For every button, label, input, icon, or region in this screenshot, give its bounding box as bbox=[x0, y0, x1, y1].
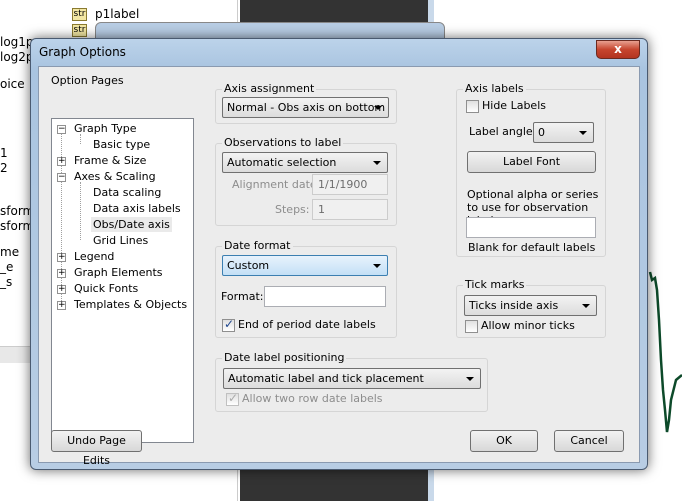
collapse-icon[interactable]: − bbox=[57, 125, 66, 134]
tree-item-grid-lines[interactable]: Grid Lines bbox=[93, 234, 148, 247]
label-angle-select[interactable]: 0 bbox=[533, 122, 594, 143]
bg-item: 2 bbox=[0, 161, 8, 175]
expand-icon[interactable]: + bbox=[57, 157, 66, 166]
tree-item-axes-scaling[interactable]: Axes & Scaling bbox=[74, 170, 156, 183]
axis-assignment-select[interactable]: Normal - Obs axis on bottom bbox=[222, 97, 389, 118]
dialog-client: Option Pages − Graph Type Basic type + F… bbox=[38, 66, 640, 467]
bg-item: me bbox=[0, 245, 20, 259]
chevron-down-icon bbox=[466, 377, 474, 381]
observations-select[interactable]: Automatic selection bbox=[222, 152, 388, 173]
tree-item-graph-type[interactable]: Graph Type bbox=[74, 122, 137, 135]
label-font-button[interactable]: Label Font bbox=[467, 151, 596, 173]
tree-item-quick-fonts[interactable]: Quick Fonts bbox=[74, 282, 138, 295]
tick-marks-select[interactable]: Ticks inside axis bbox=[464, 295, 597, 316]
bg-horizontal-scrollbar[interactable] bbox=[0, 346, 30, 363]
ok-button[interactable]: OK bbox=[470, 430, 538, 452]
observation-labels-series-input[interactable] bbox=[466, 217, 596, 238]
expand-icon[interactable]: + bbox=[57, 253, 66, 262]
collapse-icon[interactable]: − bbox=[57, 173, 66, 182]
selected-value: 0 bbox=[538, 126, 545, 139]
bg-item: _s bbox=[0, 275, 13, 289]
selected-value: Automatic selection bbox=[227, 156, 337, 169]
tree-item-legend[interactable]: Legend bbox=[74, 250, 114, 263]
option-pages-tree: − Graph Type Basic type + Frame & Size −… bbox=[51, 118, 194, 443]
end-of-period-label[interactable]: End of period date labels bbox=[238, 318, 376, 331]
two-row-labels-label: Allow two row date labels bbox=[242, 392, 383, 405]
chevron-down-icon bbox=[373, 264, 381, 268]
selected-value: Normal - Obs axis on bottom bbox=[227, 101, 386, 114]
tree-item-templates-objects[interactable]: Templates & Objects bbox=[74, 298, 187, 311]
selected-value: Custom bbox=[227, 259, 270, 272]
option-pages-label: Option Pages bbox=[51, 74, 124, 87]
close-icon: x bbox=[614, 42, 622, 56]
bg-item: log1p bbox=[0, 35, 34, 49]
steps-label: Steps: bbox=[275, 203, 310, 216]
tree-item-obs-date-axis[interactable]: Obs/Date axis bbox=[91, 217, 172, 232]
chevron-down-icon bbox=[582, 304, 590, 308]
tick-marks-label: Tick marks bbox=[463, 278, 527, 291]
str-icon: str bbox=[72, 24, 87, 37]
chevron-down-icon bbox=[579, 131, 587, 135]
selected-value: Automatic label and tick placement bbox=[228, 372, 424, 385]
format-input[interactable] bbox=[264, 286, 386, 307]
tree-item-basic-type[interactable]: Basic type bbox=[93, 138, 150, 151]
tree-item-frame-size[interactable]: Frame & Size bbox=[74, 154, 146, 167]
bg-item: log2p bbox=[0, 50, 34, 64]
tree-item-data-scaling[interactable]: Data scaling bbox=[93, 186, 161, 199]
chevron-down-icon bbox=[373, 161, 381, 165]
alignment-date-input[interactable]: 1/1/1900 bbox=[312, 174, 388, 195]
tree-item-data-axis-labels[interactable]: Data axis labels bbox=[93, 202, 181, 215]
end-of-period-checkbox[interactable] bbox=[222, 317, 235, 332]
date-positioning-label: Date label positioning bbox=[222, 351, 347, 364]
steps-input[interactable]: 1 bbox=[312, 199, 388, 220]
expand-icon[interactable]: + bbox=[57, 269, 66, 278]
graph-options-dialog: Graph Options x Option Pages − Graph Typ… bbox=[30, 38, 648, 470]
format-label: Format: bbox=[221, 290, 264, 303]
observations-label: Observations to label bbox=[222, 136, 344, 149]
alignment-date-label: Alignment date: bbox=[232, 178, 321, 191]
expand-icon[interactable]: + bbox=[57, 285, 66, 294]
cancel-button[interactable]: Cancel bbox=[554, 430, 624, 452]
axis-assignment-label: Axis assignment bbox=[222, 82, 317, 95]
date-format-label: Date format bbox=[222, 239, 293, 252]
hide-labels-checkbox[interactable] bbox=[466, 100, 479, 113]
dialog-title: Graph Options bbox=[39, 45, 126, 59]
expand-icon[interactable]: + bbox=[57, 301, 66, 310]
bg-item[interactable]: p1label bbox=[95, 7, 139, 21]
hide-labels-label[interactable]: Hide Labels bbox=[482, 99, 546, 112]
bg-item: oice bbox=[0, 77, 25, 91]
str-icon: str bbox=[72, 8, 87, 21]
tree-item-graph-elements[interactable]: Graph Elements bbox=[74, 266, 163, 279]
close-button[interactable]: x bbox=[596, 40, 640, 59]
chevron-down-icon bbox=[374, 106, 382, 110]
blank-hint: Blank for default labels bbox=[468, 241, 596, 254]
bg-item: 1 bbox=[0, 146, 8, 160]
two-row-labels-checkbox[interactable] bbox=[226, 391, 239, 406]
bg-item: _e bbox=[0, 260, 14, 274]
minor-ticks-checkbox[interactable] bbox=[465, 320, 478, 333]
minor-ticks-label[interactable]: Allow minor ticks bbox=[481, 319, 575, 332]
selected-value: Ticks inside axis bbox=[469, 299, 559, 312]
date-format-select[interactable]: Custom bbox=[222, 255, 388, 276]
axis-labels-label: Axis labels bbox=[463, 82, 526, 95]
label-angle-label: Label angle: bbox=[469, 125, 537, 138]
undo-page-edits-button[interactable]: Undo Page Edits bbox=[51, 430, 142, 467]
date-positioning-select[interactable]: Automatic label and tick placement bbox=[223, 368, 481, 389]
